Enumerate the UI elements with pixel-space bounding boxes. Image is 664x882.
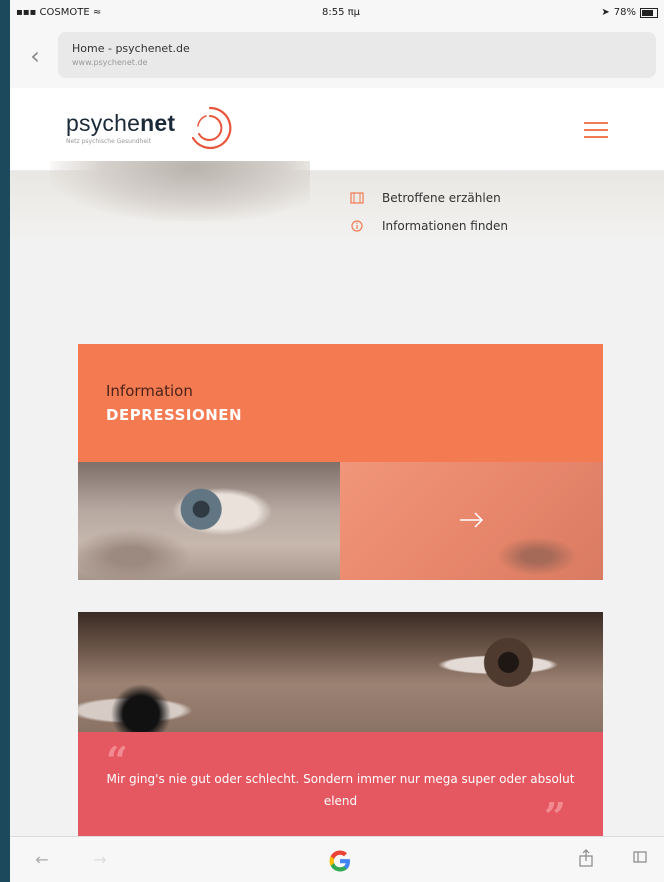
- browser-toolbar: ← →: [10, 836, 664, 882]
- logo-tagline: Netz psychische Gesundheit: [66, 138, 152, 145]
- info-card-headline: DEPRESSIONEN: [106, 406, 243, 424]
- page-url: www.psychenet.de: [72, 58, 148, 67]
- status-bar: ▪▪▪ COSMOTE ≈ 8:55 πμ ➤ 78%: [10, 0, 664, 24]
- info-icon: [351, 220, 363, 232]
- signal-icon: ▪▪▪: [16, 7, 40, 18]
- wifi-icon: ≈: [92, 7, 102, 18]
- info-card-depression[interactable]: Information DEPRESSIONEN: [78, 344, 603, 580]
- clock: 8:55 πμ: [322, 7, 361, 18]
- hero-link-stories[interactable]: Betroffene erzählen: [350, 191, 501, 205]
- carrier-label: ▪▪▪ COSMOTE ≈: [16, 7, 102, 18]
- menu-hamburger-icon[interactable]: [584, 122, 608, 138]
- address-bar-area: ‹ Home - psychenet.de www.psychenet.de: [10, 24, 664, 89]
- site-logo[interactable]: psychenet: [66, 110, 175, 137]
- battery-icon: [640, 7, 658, 18]
- logo-suffix: net: [140, 110, 176, 136]
- hero-link-label: Informationen finden: [382, 219, 509, 233]
- share-icon[interactable]: [574, 849, 598, 871]
- hero-link-label: Betroffene erzählen: [382, 191, 501, 205]
- hero-image: [50, 161, 310, 221]
- arrow-right-icon[interactable]: [458, 510, 486, 530]
- logo-prefix: psyche: [66, 110, 141, 136]
- hero-section: Betroffene erzählen Informationen finden: [10, 161, 664, 243]
- forward-icon[interactable]: →: [88, 849, 112, 871]
- page-title: Home - psychenet.de: [72, 42, 190, 55]
- testimonial-card[interactable]: “ Mir ging's nie gut oder schlecht. Sond…: [78, 612, 603, 842]
- location-icon: ➤: [601, 7, 610, 18]
- back-chevron-icon[interactable]: ‹: [24, 42, 46, 70]
- tabs-icon[interactable]: [628, 849, 652, 871]
- info-card-header: Information DEPRESSIONEN: [78, 344, 603, 462]
- eye-photo: [78, 462, 340, 580]
- testimonial-text: Mir ging's nie gut oder schlecht. Sonder…: [106, 772, 575, 808]
- site-header: psychenet Netz psychische Gesundheit: [10, 88, 664, 171]
- back-icon[interactable]: ←: [30, 849, 54, 871]
- testimonial-body: “ Mir ging's nie gut oder schlecht. Sond…: [78, 732, 603, 842]
- testimonial-eyes-photo: [78, 612, 603, 732]
- google-icon[interactable]: [326, 847, 354, 875]
- quote-close-icon: ”: [544, 794, 566, 839]
- browser-window: ▪▪▪ COSMOTE ≈ 8:55 πμ ➤ 78% ‹ Home - psy…: [10, 0, 664, 882]
- eye-photo-tinted: [340, 462, 603, 580]
- info-card-eyebrow: Information: [106, 382, 193, 400]
- logo-swirl-icon: [191, 106, 232, 150]
- battery-status: ➤ 78%: [601, 7, 658, 18]
- battery-percent: 78%: [613, 7, 636, 18]
- film-icon: [350, 192, 364, 204]
- address-bar[interactable]: Home - psychenet.de www.psychenet.de: [58, 32, 656, 78]
- hero-link-information[interactable]: Informationen finden: [350, 219, 508, 233]
